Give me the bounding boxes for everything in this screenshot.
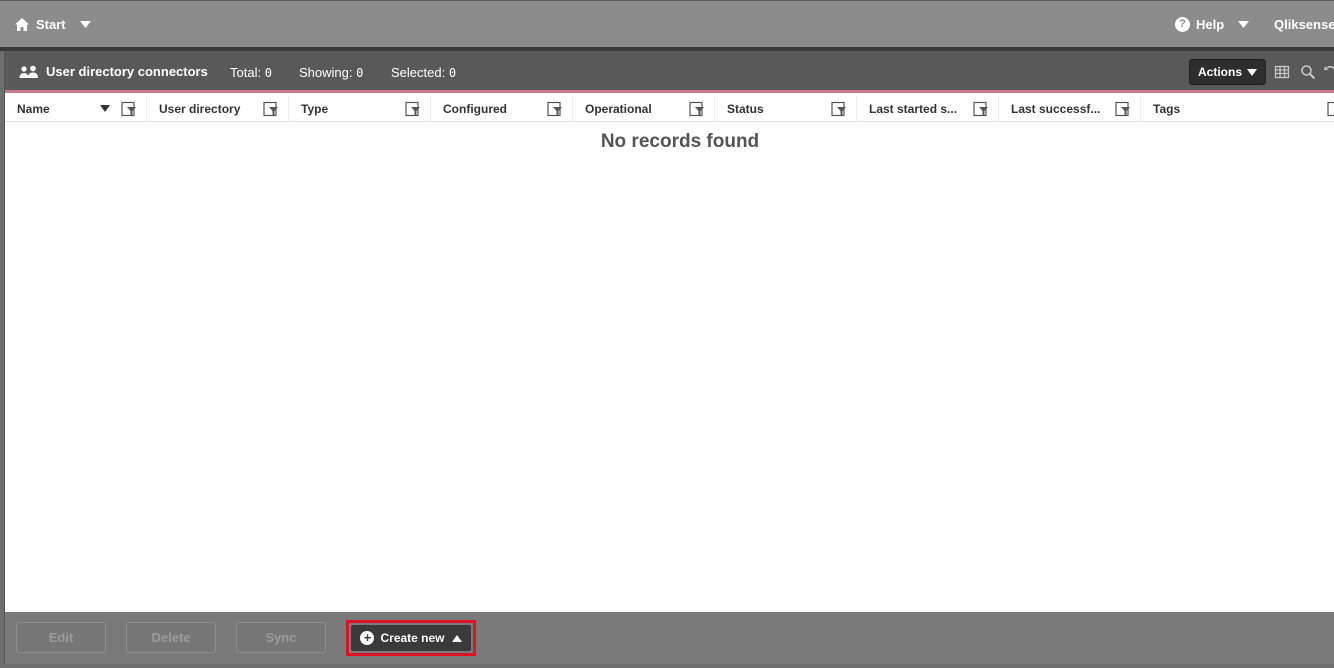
column-status[interactable]: Status bbox=[715, 96, 857, 122]
start-menu[interactable]: Start bbox=[14, 13, 97, 35]
delete-button[interactable]: Delete bbox=[126, 622, 216, 653]
column-selector-icon[interactable] bbox=[1274, 64, 1290, 80]
help-label: Help bbox=[1196, 16, 1225, 32]
column-operational[interactable]: Operational bbox=[573, 96, 715, 122]
column-last-started[interactable]: Last started s... bbox=[857, 96, 999, 122]
filter-icon[interactable] bbox=[547, 101, 563, 117]
highlight-box: + Create new bbox=[346, 620, 476, 656]
column-label: Name bbox=[17, 102, 50, 116]
user-menu[interactable]: Qliksense bbox=[1274, 13, 1334, 35]
create-new-button[interactable]: + Create new bbox=[351, 625, 471, 651]
empty-table-message: No records found bbox=[600, 131, 760, 152]
help-icon: ? bbox=[1175, 16, 1190, 32]
filter-icon[interactable] bbox=[1327, 101, 1334, 117]
selected-label: Selected: bbox=[391, 65, 446, 80]
column-label: Tags bbox=[1153, 102, 1181, 116]
chevron-down-icon bbox=[1247, 68, 1257, 76]
page-title: User directory connectors bbox=[19, 64, 208, 79]
create-new-label: Create new bbox=[380, 631, 445, 645]
sync-button[interactable]: Sync bbox=[236, 622, 326, 653]
main-frame: User directory connectors Total: 0 Showi… bbox=[4, 51, 1334, 664]
column-label: Last successf... bbox=[1011, 102, 1101, 116]
filter-icon[interactable] bbox=[689, 101, 705, 117]
column-user-directory[interactable]: User directory bbox=[147, 96, 289, 122]
top-navigation-bar: Start ? Help Qliksense bbox=[0, 0, 1334, 47]
filter-icon[interactable] bbox=[831, 101, 847, 117]
selected-value: 0 bbox=[448, 66, 457, 80]
selected-count: Selected: 0 bbox=[391, 65, 456, 80]
filter-icon[interactable] bbox=[121, 101, 137, 117]
users-icon bbox=[19, 65, 38, 78]
total-value: 0 bbox=[264, 66, 272, 80]
column-label: Configured bbox=[443, 102, 507, 116]
column-label: Status bbox=[727, 102, 764, 116]
page-header: User directory connectors Total: 0 Showi… bbox=[5, 51, 1334, 93]
column-name[interactable]: Name bbox=[5, 96, 147, 122]
total-label: Total: bbox=[230, 65, 262, 80]
showing-label: Showing: bbox=[299, 65, 353, 80]
showing-count: Showing: 0 bbox=[299, 65, 363, 80]
chevron-down-icon[interactable] bbox=[1238, 20, 1250, 28]
total-count: Total: 0 bbox=[230, 65, 272, 80]
edit-button[interactable]: Edit bbox=[16, 622, 106, 653]
page-title-text: User directory connectors bbox=[46, 64, 208, 79]
showing-value: 0 bbox=[356, 66, 364, 80]
footer-toolbar: Edit Delete Sync + Create new bbox=[5, 612, 1334, 664]
start-label: Start bbox=[36, 16, 66, 32]
plus-circle-icon: + bbox=[360, 631, 375, 645]
filter-icon[interactable] bbox=[263, 101, 279, 117]
help-menu[interactable]: ? Help bbox=[1175, 13, 1250, 35]
filter-icon[interactable] bbox=[1115, 101, 1131, 117]
filter-icon[interactable] bbox=[973, 101, 989, 117]
column-label: Operational bbox=[585, 102, 652, 116]
chevron-up-icon bbox=[451, 634, 462, 642]
column-last-successful[interactable]: Last successf... bbox=[999, 96, 1141, 122]
sort-descending-icon[interactable] bbox=[100, 105, 110, 112]
actions-button[interactable]: Actions bbox=[1189, 59, 1266, 85]
actions-label: Actions bbox=[1197, 65, 1242, 79]
search-icon[interactable] bbox=[1300, 64, 1316, 80]
refresh-icon[interactable] bbox=[1324, 64, 1334, 80]
filter-icon[interactable] bbox=[405, 101, 421, 117]
column-label: User directory bbox=[159, 102, 241, 116]
column-configured[interactable]: Configured bbox=[431, 96, 573, 122]
home-icon bbox=[15, 17, 29, 31]
chevron-down-icon[interactable] bbox=[79, 20, 91, 28]
column-label: Last started s... bbox=[869, 102, 958, 116]
column-tags[interactable]: Tags bbox=[1141, 96, 1334, 122]
table-header: Name User directory Type Configured Oper… bbox=[5, 96, 1334, 122]
column-label: Type bbox=[301, 102, 329, 116]
column-type[interactable]: Type bbox=[289, 96, 431, 122]
